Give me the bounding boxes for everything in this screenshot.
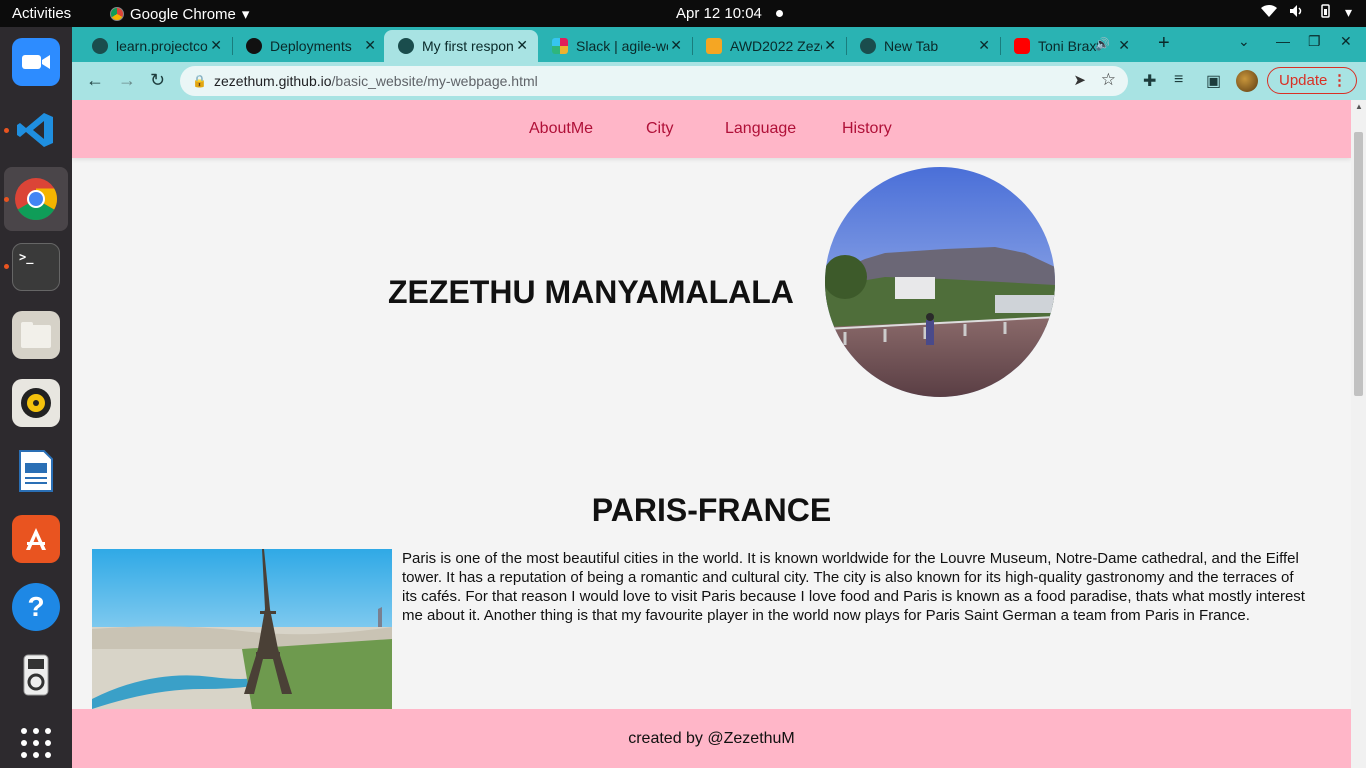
wifi-icon (1260, 4, 1277, 21)
close-window-icon[interactable]: ✕ (1340, 33, 1352, 50)
close-icon[interactable]: ✕ (670, 37, 682, 54)
close-icon[interactable]: ✕ (516, 37, 528, 54)
nav-link-city[interactable]: City (646, 120, 674, 138)
slack-icon (552, 38, 568, 54)
profile-photo (825, 167, 1055, 397)
chrome-icon (860, 38, 876, 54)
youtube-icon (1014, 38, 1030, 54)
app-center-icon[interactable] (12, 515, 60, 563)
side-panel-icon[interactable]: ▣ (1206, 71, 1221, 91)
tab-strip: learn.projectcodex ✕ Deployments ✕ My fi… (72, 27, 1366, 62)
zoom-icon[interactable] (12, 38, 60, 86)
github-icon (246, 38, 262, 54)
url-host: zezethum.github.io (214, 73, 332, 89)
extensions-icon[interactable]: ✚ (1143, 71, 1156, 91)
running-indicator (4, 197, 9, 202)
forward-icon[interactable]: → (118, 70, 136, 91)
minimize-icon[interactable]: — (1276, 33, 1290, 49)
maximize-icon[interactable]: ❐ (1308, 33, 1321, 50)
power-menu-icon: ▾ (1344, 4, 1352, 20)
scrollbar-thumb[interactable] (1354, 132, 1363, 396)
tab-youtube[interactable]: Toni Braxton 🔊 ✕ (1000, 30, 1140, 62)
scroll-up-icon[interactable]: ▲ (1355, 102, 1363, 111)
rhythmbox-icon[interactable] (12, 379, 60, 427)
more-menu-icon[interactable]: ⋮ (1332, 71, 1347, 89)
app-menu[interactable]: Google Chrome ▾ (110, 5, 249, 23)
bookmark-star-icon[interactable]: ☆ (1101, 70, 1116, 90)
address-bar[interactable]: 🔒 zezethum.github.io /basic_website/my-w… (180, 66, 1128, 96)
tab-my-webpage[interactable]: My first responsive ✕ (384, 30, 538, 62)
site-footer: created by @ZezethuM (72, 709, 1351, 768)
lock-icon: 🔒 (192, 74, 207, 88)
update-button[interactable]: Update ⋮ (1267, 67, 1357, 94)
browser-toolbar: ← → ↻ 🔒 zezethum.github.io /basic_websit… (72, 62, 1366, 100)
tab-slack[interactable]: Slack | agile-wolf ✕ (538, 30, 692, 62)
terminal-icon[interactable]: >_ (12, 243, 60, 291)
site-nav: AboutMe City Language History (72, 100, 1351, 158)
nav-link-aboutme[interactable]: AboutMe (529, 120, 593, 138)
globe-icon (92, 38, 108, 54)
activities-button[interactable]: Activities (12, 5, 71, 22)
nav-link-history[interactable]: History (842, 120, 892, 138)
section-title: PARIS-FRANCE (591, 492, 832, 528)
nav-link-language[interactable]: Language (725, 120, 796, 138)
system-tray[interactable]: ▾ (1260, 4, 1352, 21)
vscode-icon[interactable] (12, 106, 60, 154)
dock: >_ ? (0, 27, 72, 768)
close-icon[interactable]: ✕ (364, 37, 376, 54)
back-icon[interactable]: ← (86, 70, 104, 91)
page-scrollbar[interactable]: ▲ (1351, 100, 1366, 768)
close-icon[interactable]: ✕ (1118, 37, 1130, 54)
caret-down-icon: ▾ (241, 6, 250, 23)
writer-icon[interactable] (12, 447, 60, 495)
page-title: ZEZETHU MANYAMALALA (388, 274, 794, 310)
running-indicator (4, 128, 9, 133)
chrome-icon[interactable] (12, 175, 60, 223)
app-menu-label: Google Chrome (130, 5, 236, 23)
profile-avatar[interactable] (1236, 70, 1258, 92)
send-to-device-icon[interactable]: ➤ (1073, 71, 1086, 89)
reload-icon[interactable]: ↻ (150, 70, 165, 91)
close-icon[interactable]: ✕ (824, 37, 836, 54)
new-tab-button[interactable]: + (1158, 32, 1170, 55)
codex-icon (706, 38, 722, 54)
close-icon[interactable]: ✕ (978, 37, 990, 54)
url-path: /basic_website/my-webpage.html (331, 73, 538, 89)
page-viewport: AboutMe City Language History ZEZETHU MA… (72, 100, 1351, 768)
media-controls-icon[interactable]: ≡ (1174, 71, 1183, 89)
paris-image (92, 549, 392, 709)
audio-playing-icon[interactable]: 🔊 (1095, 37, 1110, 51)
running-indicator (4, 264, 9, 269)
paris-paragraph: Paris is one of the most beautiful citie… (402, 550, 1305, 624)
system-top-bar: Activities Google Chrome ▾ Apr 12 10:04 … (0, 0, 1366, 27)
clock[interactable]: Apr 12 10:04 (676, 5, 762, 22)
chrome-window: learn.projectcodex ✕ Deployments ✕ My fi… (72, 27, 1366, 768)
app-grid-icon[interactable] (12, 719, 60, 767)
footer-credit: created by @ZezethuM (628, 730, 795, 747)
volume-icon (1289, 4, 1305, 21)
globe-icon (398, 38, 414, 54)
tab-deployments[interactable]: Deployments ✕ (232, 30, 386, 62)
tab-search-icon[interactable]: ⌄ (1238, 33, 1250, 50)
chrome-icon (110, 7, 124, 21)
battery-icon (1317, 4, 1333, 21)
tab-learn[interactable]: learn.projectcodex ✕ (78, 30, 232, 62)
files-icon[interactable] (12, 311, 60, 359)
help-icon[interactable]: ? (12, 583, 60, 631)
tab-awd2022[interactable]: AWD2022 Zezethu ✕ (692, 30, 846, 62)
tab-new-tab[interactable]: New Tab ✕ (846, 30, 1000, 62)
notification-dot (776, 10, 783, 17)
usb-device-icon[interactable] (12, 651, 60, 699)
close-icon[interactable]: ✕ (210, 37, 222, 54)
